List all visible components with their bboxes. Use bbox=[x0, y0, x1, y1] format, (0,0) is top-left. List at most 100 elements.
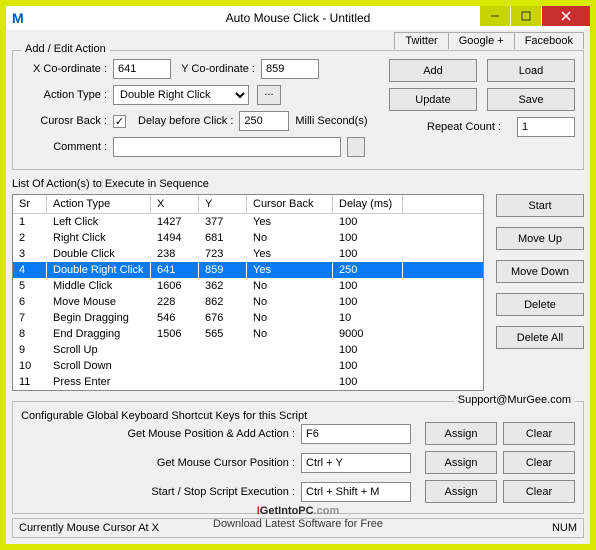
maximize-button[interactable] bbox=[511, 6, 541, 26]
cell: 859 bbox=[199, 262, 247, 278]
cell: 641 bbox=[151, 262, 199, 278]
cell bbox=[199, 374, 247, 390]
cell: 681 bbox=[199, 230, 247, 246]
cell: 100 bbox=[333, 342, 403, 358]
cell: 100 bbox=[333, 294, 403, 310]
cell bbox=[151, 374, 199, 390]
update-button[interactable]: Update bbox=[389, 88, 477, 111]
cell: 5 bbox=[13, 278, 47, 294]
cell: Scroll Down bbox=[47, 358, 151, 374]
cell: 100 bbox=[333, 246, 403, 262]
clear-button[interactable]: Clear bbox=[503, 422, 575, 445]
client-area: Twitter Google + Facebook Add / Edit Act… bbox=[6, 30, 590, 544]
cell: 377 bbox=[199, 214, 247, 230]
repeat-count-input[interactable] bbox=[517, 117, 575, 137]
table-row[interactable]: 6Move Mouse228862No100 bbox=[13, 294, 483, 310]
cursor-back-checkbox[interactable]: ✓ bbox=[113, 115, 126, 128]
assign-button[interactable]: Assign bbox=[425, 480, 497, 503]
shortcut-input[interactable] bbox=[301, 424, 411, 444]
cell: 676 bbox=[199, 310, 247, 326]
table-row[interactable]: 11Press Enter100 bbox=[13, 374, 483, 390]
add-button[interactable]: Add bbox=[389, 59, 477, 82]
load-button[interactable]: Load bbox=[487, 59, 575, 82]
action-type-label: Action Type : bbox=[21, 89, 113, 101]
ycoord-input[interactable] bbox=[261, 59, 319, 79]
move-down-button[interactable]: Move Down bbox=[496, 260, 584, 283]
close-button[interactable] bbox=[542, 6, 590, 26]
start-button[interactable]: Start bbox=[496, 194, 584, 217]
cell: Left Click bbox=[47, 214, 151, 230]
table-header-row: Sr Action Type X Y Cursor Back Delay (ms… bbox=[13, 195, 483, 214]
tab-facebook[interactable]: Facebook bbox=[514, 32, 584, 49]
delete-all-button[interactable]: Delete All bbox=[496, 326, 584, 349]
cursor-back-label: Curosr Back : bbox=[21, 115, 113, 127]
assign-button[interactable]: Assign bbox=[425, 422, 497, 445]
th-cursor-back[interactable]: Cursor Back bbox=[247, 195, 333, 213]
table-row[interactable]: 10Scroll Down100 bbox=[13, 358, 483, 374]
cell: No bbox=[247, 230, 333, 246]
delay-input[interactable] bbox=[239, 111, 289, 131]
action-table[interactable]: Sr Action Type X Y Cursor Back Delay (ms… bbox=[12, 194, 484, 391]
cell: 1606 bbox=[151, 278, 199, 294]
table-row[interactable]: 5Middle Click1606362No100 bbox=[13, 278, 483, 294]
clear-button[interactable]: Clear bbox=[503, 451, 575, 474]
table-row[interactable]: 4Double Right Click641859Yes250 bbox=[13, 262, 483, 278]
delete-button[interactable]: Delete bbox=[496, 293, 584, 316]
status-num: NUM bbox=[552, 522, 577, 534]
cell: Double Right Click bbox=[47, 262, 151, 278]
cell: Middle Click bbox=[47, 278, 151, 294]
cell: 1427 bbox=[151, 214, 199, 230]
comment-input[interactable] bbox=[113, 137, 341, 157]
table-row[interactable]: 7Begin Dragging546676No10 bbox=[13, 310, 483, 326]
shortcut-row: Get Mouse Cursor Position :AssignClear bbox=[21, 451, 575, 474]
shortcut-label: Start / Stop Script Execution : bbox=[21, 486, 301, 498]
action-type-select[interactable]: Double Right Click bbox=[113, 85, 249, 105]
ellipsis-button[interactable]: ... bbox=[257, 85, 281, 105]
comment-button[interactable] bbox=[347, 137, 365, 157]
th-x[interactable]: X bbox=[151, 195, 199, 213]
xcoord-input[interactable] bbox=[113, 59, 171, 79]
cell: Yes bbox=[247, 246, 333, 262]
table-row[interactable]: 9Scroll Up 100 bbox=[13, 342, 483, 358]
move-up-button[interactable]: Move Up bbox=[496, 227, 584, 250]
save-button[interactable]: Save bbox=[487, 88, 575, 111]
cell: 362 bbox=[199, 278, 247, 294]
window: M Auto Mouse Click - Untitled Twitter Go… bbox=[0, 0, 596, 550]
support-link[interactable]: Support@MurGee.com bbox=[454, 394, 575, 406]
clear-button[interactable]: Clear bbox=[503, 480, 575, 503]
cell: Yes bbox=[247, 214, 333, 230]
cell: 250 bbox=[333, 262, 403, 278]
shortcut-row: Start / Stop Script Execution : Assign Cle… bbox=[21, 480, 575, 503]
cell: 9000 bbox=[333, 326, 403, 342]
cell: 9 bbox=[13, 342, 47, 358]
th-action-type[interactable]: Action Type bbox=[47, 195, 151, 213]
cell: 10 bbox=[13, 358, 47, 374]
cell: No bbox=[247, 326, 333, 342]
cell bbox=[199, 342, 247, 358]
tab-googleplus[interactable]: Google + bbox=[448, 32, 515, 49]
minimize-button[interactable] bbox=[480, 6, 510, 26]
delay-label: Delay before Click : bbox=[138, 115, 239, 127]
cell: Scroll Up bbox=[47, 342, 151, 358]
statusbar: Currently Mouse Cursor At X NUM bbox=[12, 518, 584, 538]
table-row[interactable]: 1Left Click1427377Yes100 bbox=[13, 214, 483, 230]
shortcut-input[interactable] bbox=[301, 453, 411, 473]
table-row[interactable]: 3Double Click238723Yes100 bbox=[13, 246, 483, 262]
cell: 565 bbox=[199, 326, 247, 342]
tab-twitter[interactable]: Twitter bbox=[394, 32, 448, 49]
cell: 100 bbox=[333, 214, 403, 230]
window-controls bbox=[479, 6, 590, 26]
social-tabs: Twitter Google + Facebook bbox=[395, 32, 584, 49]
table-row[interactable]: 2Right Click1494681No100 bbox=[13, 230, 483, 246]
shortcut-legend: Configurable Global Keyboard Shortcut Ke… bbox=[21, 410, 307, 422]
cell bbox=[199, 358, 247, 374]
cell: 6 bbox=[13, 294, 47, 310]
cell: 1494 bbox=[151, 230, 199, 246]
th-sr[interactable]: Sr bbox=[13, 195, 47, 213]
th-delay[interactable]: Delay (ms) bbox=[333, 195, 403, 213]
assign-button[interactable]: Assign bbox=[425, 451, 497, 474]
shortcut-input[interactable] bbox=[301, 482, 411, 502]
table-row[interactable]: 8End Dragging1506565No9000 bbox=[13, 326, 483, 342]
shortcut-groupbox: Configurable Global Keyboard Shortcut Ke… bbox=[12, 401, 584, 514]
th-y[interactable]: Y bbox=[199, 195, 247, 213]
